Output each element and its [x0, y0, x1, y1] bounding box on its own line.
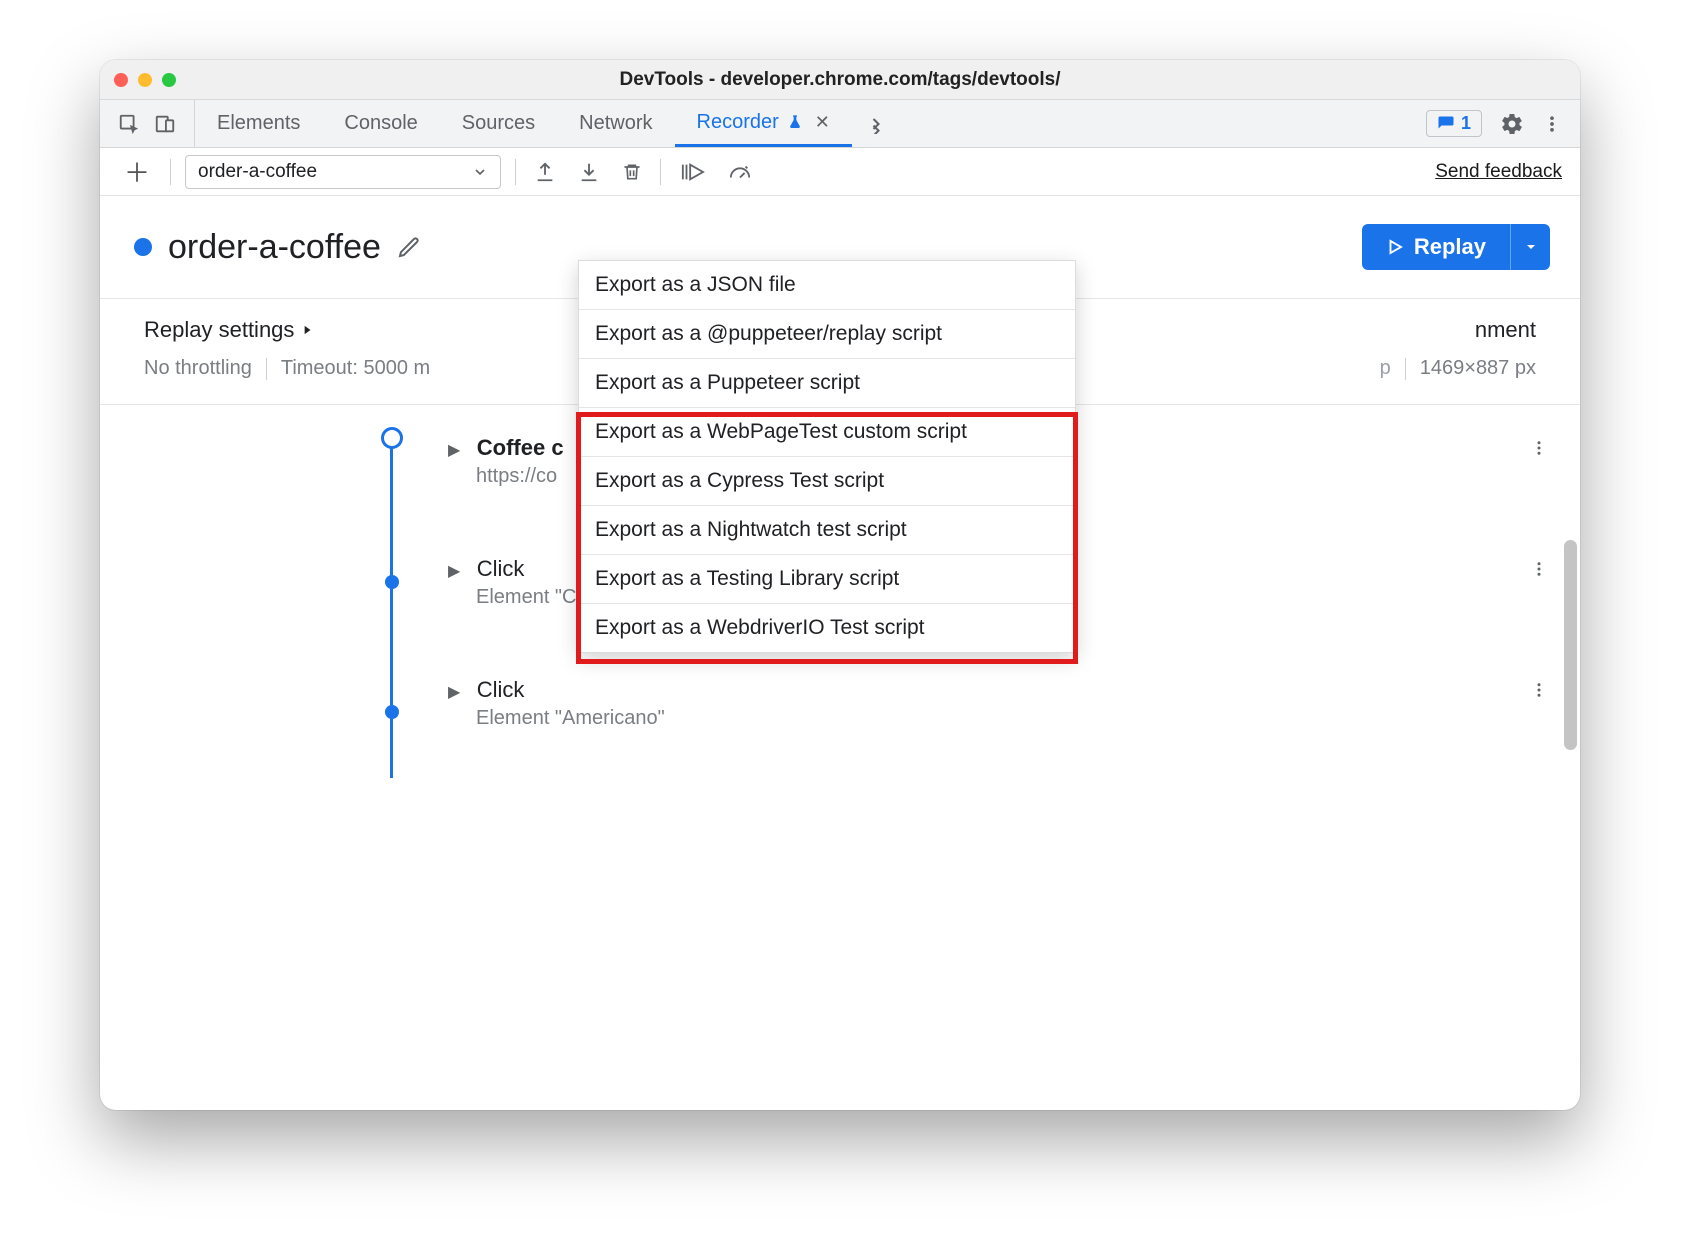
throttling-value[interactable]: No throttling — [144, 357, 252, 380]
step-more-icon[interactable] — [1530, 558, 1548, 580]
replay-button[interactable]: Replay — [1362, 224, 1510, 270]
tab-label: Recorder — [697, 111, 779, 134]
step-title: Click — [477, 677, 525, 702]
tab-console[interactable]: Console — [322, 100, 439, 147]
caret-right-icon: ▶ — [448, 563, 460, 580]
step-title: Click — [477, 556, 525, 581]
export-menu: Export as a JSON file Export as a @puppe… — [578, 260, 1076, 653]
replay-speed-icon[interactable] — [723, 157, 757, 187]
step-item[interactable]: ▶ Click Element "Americano" — [448, 673, 1554, 778]
kebab-menu-icon[interactable] — [1542, 112, 1562, 136]
tab-label: Sources — [462, 112, 535, 135]
timeline-node-icon — [385, 705, 399, 719]
device-toolbar-icon[interactable] — [154, 113, 176, 135]
export-menu-item[interactable]: Export as a @puppeteer/replay script — [579, 310, 1075, 359]
issues-count: 1 — [1461, 113, 1471, 134]
close-tab-icon[interactable]: ✕ — [815, 112, 830, 133]
separator — [515, 159, 516, 185]
separator — [660, 159, 661, 185]
inspect-element-icon[interactable] — [118, 113, 140, 135]
recording-status-dot-icon — [134, 238, 152, 256]
new-recording-button[interactable]: ＋ — [118, 153, 156, 190]
export-menu-item[interactable]: Export as a WebdriverIO Test script — [579, 604, 1075, 652]
tab-label: Network — [579, 112, 652, 135]
import-icon[interactable] — [574, 157, 604, 187]
step-more-icon[interactable] — [1530, 679, 1548, 701]
minimize-window-button[interactable] — [138, 73, 152, 87]
step-title: Coffee c — [477, 435, 564, 460]
tab-network[interactable]: Network — [557, 100, 674, 147]
separator — [266, 358, 267, 380]
replay-settings-toggle[interactable]: Replay settings — [144, 317, 314, 343]
step-through-icon[interactable] — [675, 157, 709, 187]
replay-options-button[interactable] — [1510, 224, 1550, 270]
send-feedback-link[interactable]: Send feedback — [1435, 161, 1562, 183]
export-icon[interactable] — [530, 157, 560, 187]
timeline-line — [390, 439, 393, 778]
recording-select[interactable]: order-a-coffee — [185, 155, 501, 189]
timeline-node-icon — [385, 575, 399, 589]
separator — [1405, 358, 1406, 380]
caret-right-icon: ▶ — [448, 442, 460, 459]
replay-settings-label: Replay settings — [144, 317, 294, 343]
settings-icon[interactable] — [1500, 112, 1524, 136]
export-menu-item[interactable]: Export as a Puppeteer script — [579, 359, 1075, 408]
experiment-icon — [787, 113, 803, 131]
replay-button-label: Replay — [1414, 234, 1486, 260]
scrollbar-thumb[interactable] — [1564, 540, 1577, 750]
delete-icon[interactable] — [618, 157, 646, 187]
devtools-window: DevTools - developer.chrome.com/tags/dev… — [100, 60, 1580, 1110]
window-title: DevTools - developer.chrome.com/tags/dev… — [100, 69, 1580, 91]
tab-label: Console — [344, 112, 417, 135]
titlebar: DevTools - developer.chrome.com/tags/dev… — [100, 60, 1580, 100]
export-menu-item[interactable]: Export as a WebPageTest custom script — [579, 408, 1075, 457]
recording-select-value: order-a-coffee — [198, 161, 317, 183]
recorder-toolbar: ＋ order-a-coffee — [100, 148, 1580, 196]
viewport-size: 1469×887 px — [1420, 357, 1536, 380]
edit-name-icon[interactable] — [397, 235, 421, 259]
close-window-button[interactable] — [114, 73, 128, 87]
tab-sources[interactable]: Sources — [440, 100, 557, 147]
export-menu-item[interactable]: Export as a Nightwatch test script — [579, 506, 1075, 555]
issues-button[interactable]: 1 — [1426, 110, 1482, 137]
tab-label: Elements — [217, 112, 300, 135]
devtools-tabstrip: Elements Console Sources Network Recorde… — [100, 100, 1580, 148]
more-tabs-button[interactable] — [852, 100, 900, 147]
tab-elements[interactable]: Elements — [195, 100, 322, 147]
export-menu-item[interactable]: Export as a Cypress Test script — [579, 457, 1075, 506]
recording-name: order-a-coffee — [168, 228, 381, 267]
export-menu-item[interactable]: Export as a JSON file — [579, 261, 1075, 310]
caret-right-icon: ▶ — [448, 684, 460, 701]
step-more-icon[interactable] — [1530, 437, 1548, 459]
step-subtitle: Element "Americano" — [476, 707, 1554, 730]
chevron-down-icon — [472, 164, 488, 180]
export-menu-item[interactable]: Export as a Testing Library script — [579, 555, 1075, 604]
timeline-start-icon — [381, 427, 403, 449]
replay-button-group: Replay — [1362, 224, 1550, 270]
tab-recorder[interactable]: Recorder ✕ — [675, 100, 852, 147]
zoom-window-button[interactable] — [162, 73, 176, 87]
timeout-value[interactable]: Timeout: 5000 m — [281, 357, 430, 380]
viewport-truncated: p — [1380, 357, 1391, 380]
environment-label-truncated: nment — [1475, 317, 1536, 343]
separator — [170, 159, 171, 185]
